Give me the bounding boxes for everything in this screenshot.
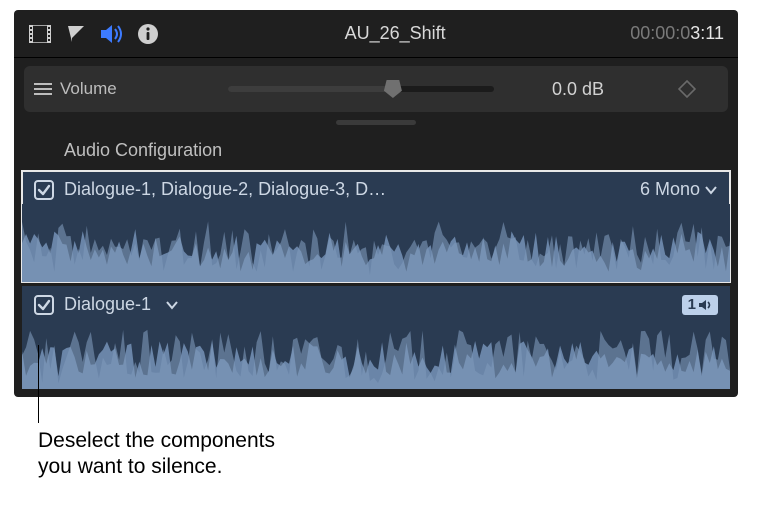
channel-format-popup[interactable]: 6 Mono bbox=[640, 179, 718, 200]
volume-slider-thumb[interactable] bbox=[384, 80, 402, 98]
component-enable-checkbox[interactable] bbox=[34, 180, 54, 200]
volume-slider[interactable] bbox=[228, 86, 494, 92]
channel-format-label: 6 Mono bbox=[640, 179, 700, 200]
callout-text: Deselect the components you want to sile… bbox=[38, 428, 275, 481]
audio-component-header: Dialogue-1, Dialogue-2, Dialogue-3, D… 6 … bbox=[22, 171, 730, 204]
chevron-down-icon[interactable] bbox=[161, 294, 183, 315]
component-name: Dialogue-1 bbox=[64, 294, 151, 315]
film-icon[interactable] bbox=[28, 22, 52, 46]
callout-leader-line bbox=[38, 345, 39, 423]
volume-value[interactable]: 0.0 dB bbox=[508, 79, 648, 100]
section-title: Audio Configuration bbox=[14, 126, 738, 171]
waveform[interactable] bbox=[22, 204, 730, 282]
skimmer-icon[interactable] bbox=[64, 22, 88, 46]
volume-popup[interactable]: Volume bbox=[34, 79, 214, 99]
speaker-icon[interactable] bbox=[100, 22, 124, 46]
speaker-icon bbox=[698, 299, 712, 311]
solo-channel-badge[interactable]: 1 bbox=[682, 295, 718, 315]
panel-drag-handle[interactable] bbox=[14, 118, 738, 126]
volume-label: Volume bbox=[60, 79, 117, 99]
audio-components-list: Dialogue-1, Dialogue-2, Dialogue-3, D… 6 … bbox=[22, 171, 730, 389]
chevron-down-icon bbox=[704, 185, 718, 195]
volume-row: Volume 0.0 dB bbox=[24, 66, 728, 112]
info-icon[interactable] bbox=[136, 22, 160, 46]
timecode: 00:00:03:11 bbox=[630, 23, 724, 44]
waveform[interactable] bbox=[22, 319, 730, 389]
component-enable-checkbox[interactable] bbox=[34, 295, 54, 315]
audio-component-row[interactable]: Dialogue-1 1 bbox=[22, 286, 730, 389]
list-icon bbox=[34, 82, 52, 96]
keyframe-button[interactable] bbox=[662, 80, 712, 98]
audio-component-row[interactable]: Dialogue-1, Dialogue-2, Dialogue-3, D… 6 … bbox=[22, 171, 730, 282]
component-name: Dialogue-1, Dialogue-2, Dialogue-3, D… bbox=[64, 179, 386, 200]
clip-title: AU_26_Shift bbox=[172, 23, 618, 44]
audio-component-header: Dialogue-1 1 bbox=[22, 286, 730, 319]
